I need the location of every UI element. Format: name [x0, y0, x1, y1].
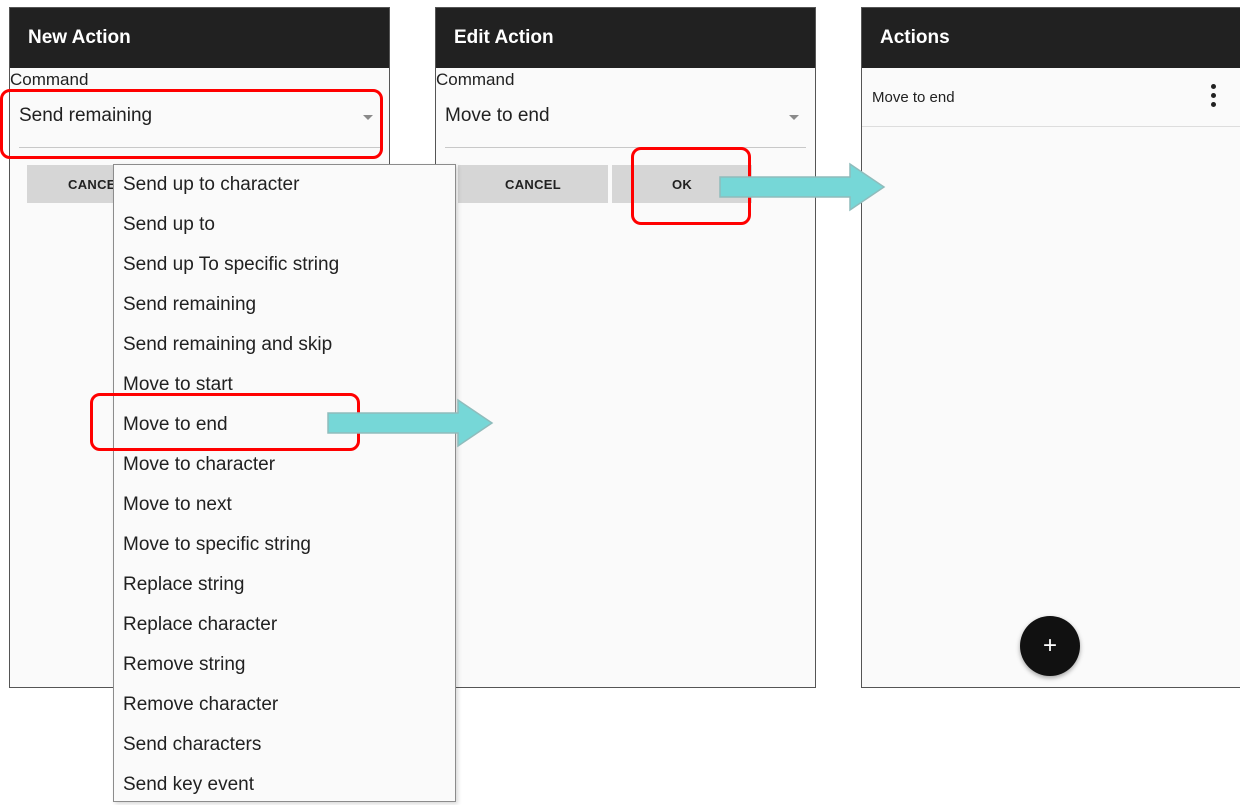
dropdown-option[interactable]: Move to character: [123, 445, 275, 485]
new-action-title: New Action: [10, 8, 389, 68]
dropdown-option[interactable]: Move to start: [123, 365, 233, 405]
dropdown-option[interactable]: Remove character: [123, 685, 278, 725]
edit-action-screen: Edit Action Command Move to end CANCEL O…: [435, 7, 816, 688]
command-spinner[interactable]: Send remaining: [10, 98, 389, 148]
actions-title: Actions: [862, 8, 1240, 68]
cancel-button[interactable]: CANCEL: [458, 165, 608, 203]
dropdown-option[interactable]: Move to next: [123, 485, 232, 525]
command-spinner-value: Send remaining: [19, 105, 153, 126]
actions-screen: Actions Move to end +: [861, 7, 1240, 688]
command-label: Command: [10, 70, 89, 89]
dropdown-option[interactable]: Send remaining: [123, 285, 256, 325]
command-spinner[interactable]: Move to end: [436, 98, 815, 148]
dropdown-option[interactable]: Send characters: [123, 725, 261, 765]
dropdown-option[interactable]: Send key event: [123, 765, 254, 805]
command-dropdown-menu: Send up to character Send up to Send up To…: [113, 164, 456, 802]
command-spinner-value: Move to end: [445, 105, 550, 126]
action-list-item-label: Move to end: [872, 89, 955, 106]
dropdown-arrow-icon: [789, 115, 799, 120]
dropdown-option[interactable]: Send up To specific string: [123, 245, 339, 285]
dropdown-option[interactable]: Replace string: [123, 565, 244, 605]
dropdown-arrow-icon: [363, 115, 373, 120]
command-label: Command: [436, 70, 515, 89]
edit-action-title: Edit Action: [436, 8, 815, 68]
add-action-button[interactable]: +: [1020, 616, 1080, 676]
dropdown-option[interactable]: Move to end: [123, 405, 228, 445]
arrow-icon: [327, 398, 494, 448]
spinner-underline: [445, 147, 806, 148]
dropdown-option[interactable]: Send remaining and skip: [123, 325, 332, 365]
dropdown-option[interactable]: Move to specific string: [123, 525, 311, 565]
spinner-underline: [19, 147, 380, 148]
dropdown-option[interactable]: Send up to character: [123, 165, 299, 205]
arrow-icon: [719, 162, 886, 212]
more-vert-icon[interactable]: [1211, 84, 1217, 108]
dropdown-option[interactable]: Replace character: [123, 605, 277, 645]
dropdown-option[interactable]: Remove string: [123, 645, 246, 685]
action-list-item[interactable]: Move to end: [862, 68, 1240, 127]
dropdown-option[interactable]: Send up to: [123, 205, 215, 245]
